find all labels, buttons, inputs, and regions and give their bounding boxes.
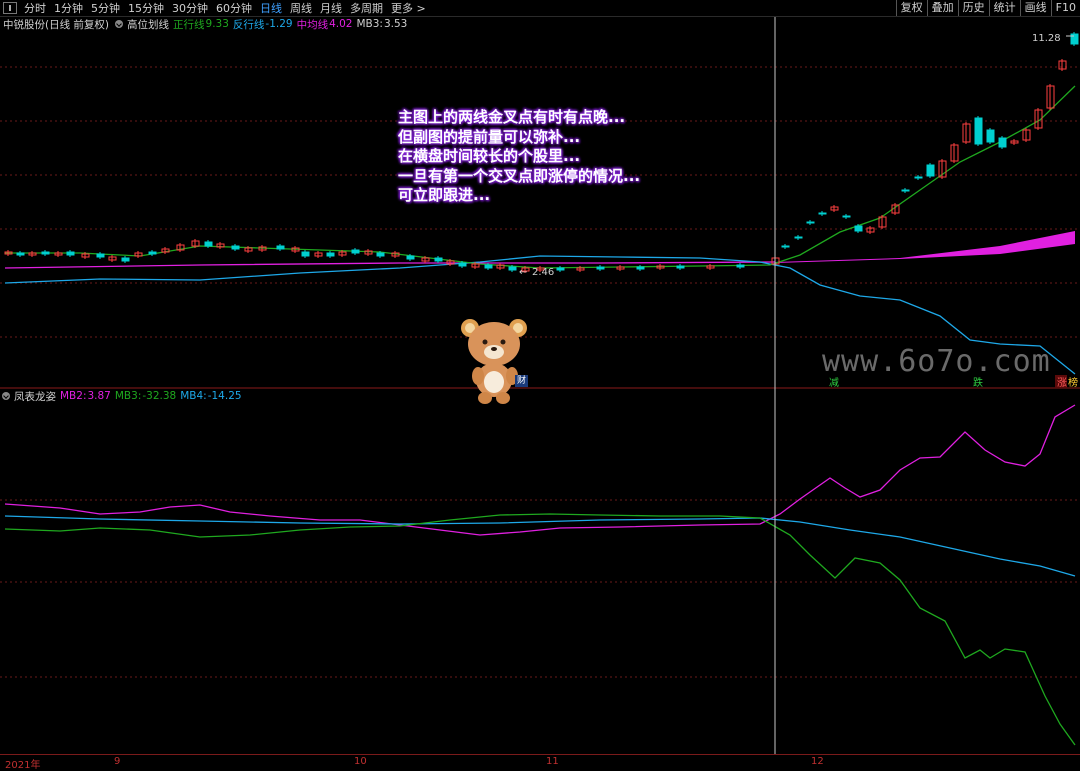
period-tab-60min[interactable]: 60分钟 <box>216 0 252 16</box>
candle <box>736 264 745 268</box>
candle <box>901 189 910 192</box>
date-label: 12 <box>811 756 824 767</box>
candle <box>781 245 790 248</box>
candle <box>556 267 565 271</box>
candle <box>636 266 645 270</box>
candle <box>301 251 310 257</box>
candle <box>986 129 995 143</box>
date-label: 9 <box>114 756 121 767</box>
candle <box>806 221 815 224</box>
candle <box>676 265 685 269</box>
candle <box>926 164 935 177</box>
draw-line-button[interactable]: 画线 <box>1019 0 1051 16</box>
candle <box>434 257 443 262</box>
panel-toggle-icon[interactable] <box>3 2 17 14</box>
adjust-button[interactable]: 复权 <box>895 0 927 16</box>
f10-button[interactable]: F10 <box>1050 0 1080 16</box>
period-tab-15min[interactable]: 15分钟 <box>128 0 164 16</box>
candle <box>914 176 923 179</box>
candle <box>204 241 213 247</box>
candle <box>974 117 983 145</box>
period-toolbar: 分时 1分钟 5分钟 15分钟 30分钟 60分钟 日线 周线 月线 多周期 更… <box>0 0 1080 17</box>
candle <box>508 266 517 271</box>
site-watermark: www.6o7o.com <box>822 344 1051 379</box>
bear-sticker-icon <box>461 319 527 404</box>
candle <box>121 257 130 262</box>
candle <box>854 225 863 232</box>
candle <box>842 215 851 218</box>
low-price-label: 2.46 <box>532 267 554 278</box>
candle <box>406 255 415 260</box>
period-tab-intraday[interactable]: 分时 <box>24 0 46 16</box>
candle <box>148 251 157 255</box>
candle <box>458 262 467 267</box>
candle <box>276 245 285 250</box>
annotation-line: 但副图的提前量可以弥补... <box>398 127 581 146</box>
date-label: 2021年 <box>5 760 41 771</box>
date-label: 10 <box>354 756 367 767</box>
candle <box>231 245 240 250</box>
period-tab-5min[interactable]: 5分钟 <box>91 0 120 16</box>
mb4-line <box>4 515 1076 577</box>
candle <box>596 266 605 270</box>
event-tag-board[interactable]: 榜 <box>1068 376 1078 389</box>
toolbar-right-group: 复权 叠加 历史 统计 画线 F10 <box>895 0 1080 16</box>
candle <box>794 236 803 239</box>
candle <box>818 212 827 215</box>
candle <box>351 249 360 254</box>
annotation-line: 一旦有第一个交叉点即涨停的情况... <box>398 166 641 185</box>
candle <box>66 251 75 256</box>
candle <box>326 252 335 257</box>
annotation-line: 主图上的两线金叉点有时有点晚... <box>398 108 626 126</box>
period-tab-more[interactable]: 更多 > <box>391 0 426 16</box>
candle <box>96 253 105 258</box>
annotation-line: 在横盘时间较长的个股里... <box>398 147 581 165</box>
candle <box>484 264 493 269</box>
high-price-label: 11.28 <box>1032 33 1061 44</box>
candle <box>998 137 1007 148</box>
period-tab-monthly[interactable]: 月线 <box>320 0 342 16</box>
mb3-line <box>4 513 1076 746</box>
magenta-band <box>775 231 1075 263</box>
period-tab-multi[interactable]: 多周期 <box>350 0 383 16</box>
date-label: 11 <box>546 756 559 767</box>
low-price-arrow: ← <box>519 267 527 278</box>
mb2-line <box>4 404 1076 536</box>
date-axis: 2021年 9 10 11 12 <box>0 754 1080 771</box>
event-tag-limitup[interactable]: 涨 <box>1057 377 1067 389</box>
bear-finance-tag: 财 <box>515 375 528 387</box>
overlay-button[interactable]: 叠加 <box>926 0 958 16</box>
candle <box>41 251 50 255</box>
sub-indicator-lines <box>4 404 1076 746</box>
period-tab-30min[interactable]: 30分钟 <box>172 0 208 16</box>
candle <box>16 252 25 256</box>
stats-button[interactable]: 统计 <box>988 0 1020 16</box>
period-tab-daily[interactable]: 日线 <box>260 0 282 16</box>
period-tab-1min[interactable]: 1分钟 <box>54 0 83 16</box>
annotation-line: 可立即跟进... <box>398 186 491 204</box>
annotation-text: 主图上的两线金叉点有时有点晚... 但副图的提前量可以弥补... 在横盘时间较长… <box>398 108 640 206</box>
history-button[interactable]: 历史 <box>957 0 989 16</box>
candle <box>376 252 385 257</box>
period-tab-weekly[interactable]: 周线 <box>290 0 312 16</box>
